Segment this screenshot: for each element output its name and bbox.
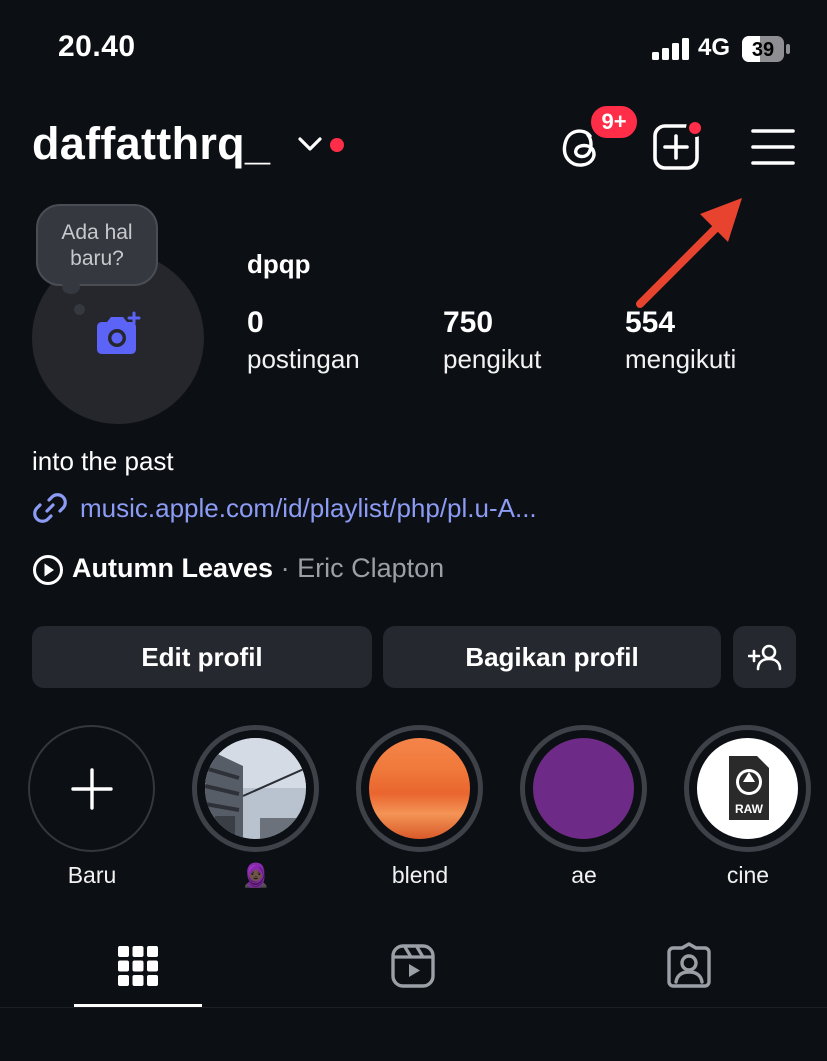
svg-text:RAW: RAW	[735, 802, 764, 816]
song-title: Autumn Leaves	[72, 553, 274, 583]
edit-profile-button[interactable]: Edit profil	[32, 626, 372, 688]
profile-link[interactable]: music.apple.com/id/playlist/php/pl.u-A..…	[80, 493, 537, 524]
annotation-arrow-icon	[636, 198, 742, 308]
battery-level: 39	[752, 39, 774, 61]
discover-people-button[interactable]	[733, 626, 796, 688]
share-profile-button[interactable]: Bagikan profil	[383, 626, 721, 688]
highlight-item[interactable]	[356, 725, 483, 852]
plus-icon	[71, 768, 113, 810]
highlight-label-blend: blend	[391, 862, 449, 888]
threads-badge: 9+	[588, 103, 640, 141]
tab-divider	[0, 1007, 827, 1008]
battery-indicator: 39	[742, 36, 790, 62]
posts-label: postingan	[247, 344, 360, 374]
posts-count: 0	[247, 306, 264, 339]
play-circle-icon[interactable]	[32, 554, 64, 586]
add-photo-camera-icon[interactable]	[93, 311, 143, 357]
song-separator: ·	[280, 553, 290, 583]
followers-label[interactable]: pengikut	[443, 344, 541, 375]
highlight-item[interactable]	[192, 725, 319, 852]
menu-icon[interactable]	[748, 122, 798, 172]
following-label[interactable]: mengikuti	[625, 344, 736, 375]
battery-icon: 39	[742, 36, 790, 62]
song-artist: Eric Clapton	[297, 553, 445, 583]
highlight-item[interactable]: RAW	[684, 725, 811, 852]
following-count[interactable]: 554	[625, 306, 675, 340]
add-person-icon	[747, 644, 781, 671]
profile-username[interactable]: daffatthrq_	[32, 118, 270, 170]
network-type: 4G	[698, 34, 731, 61]
profile-bio: into the past	[32, 446, 174, 476]
note-bubble[interactable]: Ada hal baru?	[36, 204, 158, 286]
link-icon	[33, 493, 67, 523]
reels-tab-icon[interactable]	[389, 942, 437, 990]
highlight-label-cine: cine	[726, 862, 770, 888]
followers-count[interactable]: 750	[443, 306, 493, 340]
grid-tab-icon[interactable]	[114, 942, 162, 990]
new-highlight-button[interactable]	[28, 725, 155, 852]
note-bubble-tail-dot	[74, 304, 85, 315]
highlight-item[interactable]	[520, 725, 647, 852]
signal-icon	[652, 38, 689, 60]
status-time: 20.40	[58, 30, 136, 63]
note-bubble-tail	[62, 280, 80, 294]
highlight-cover-building	[205, 738, 306, 839]
profile-song[interactable]: Autumn Leaves · Eric Clapton	[72, 553, 444, 584]
highlight-label-new: Baru	[67, 862, 117, 888]
create-notification-dot	[686, 119, 704, 137]
account-notification-dot	[330, 138, 344, 152]
display-name: dpqp	[247, 249, 311, 279]
tagged-tab-icon[interactable]	[665, 942, 713, 990]
highlight-cover-raw: RAW	[697, 738, 798, 839]
highlight-label-ae: ae	[571, 862, 597, 888]
highlight-label-emoji: 🧕🏿	[241, 862, 271, 888]
chevron-down-icon[interactable]	[297, 134, 323, 154]
highlight-cover-purple	[533, 738, 634, 839]
raw-file-icon: RAW	[729, 756, 769, 820]
highlight-cover-sunset	[369, 738, 470, 839]
